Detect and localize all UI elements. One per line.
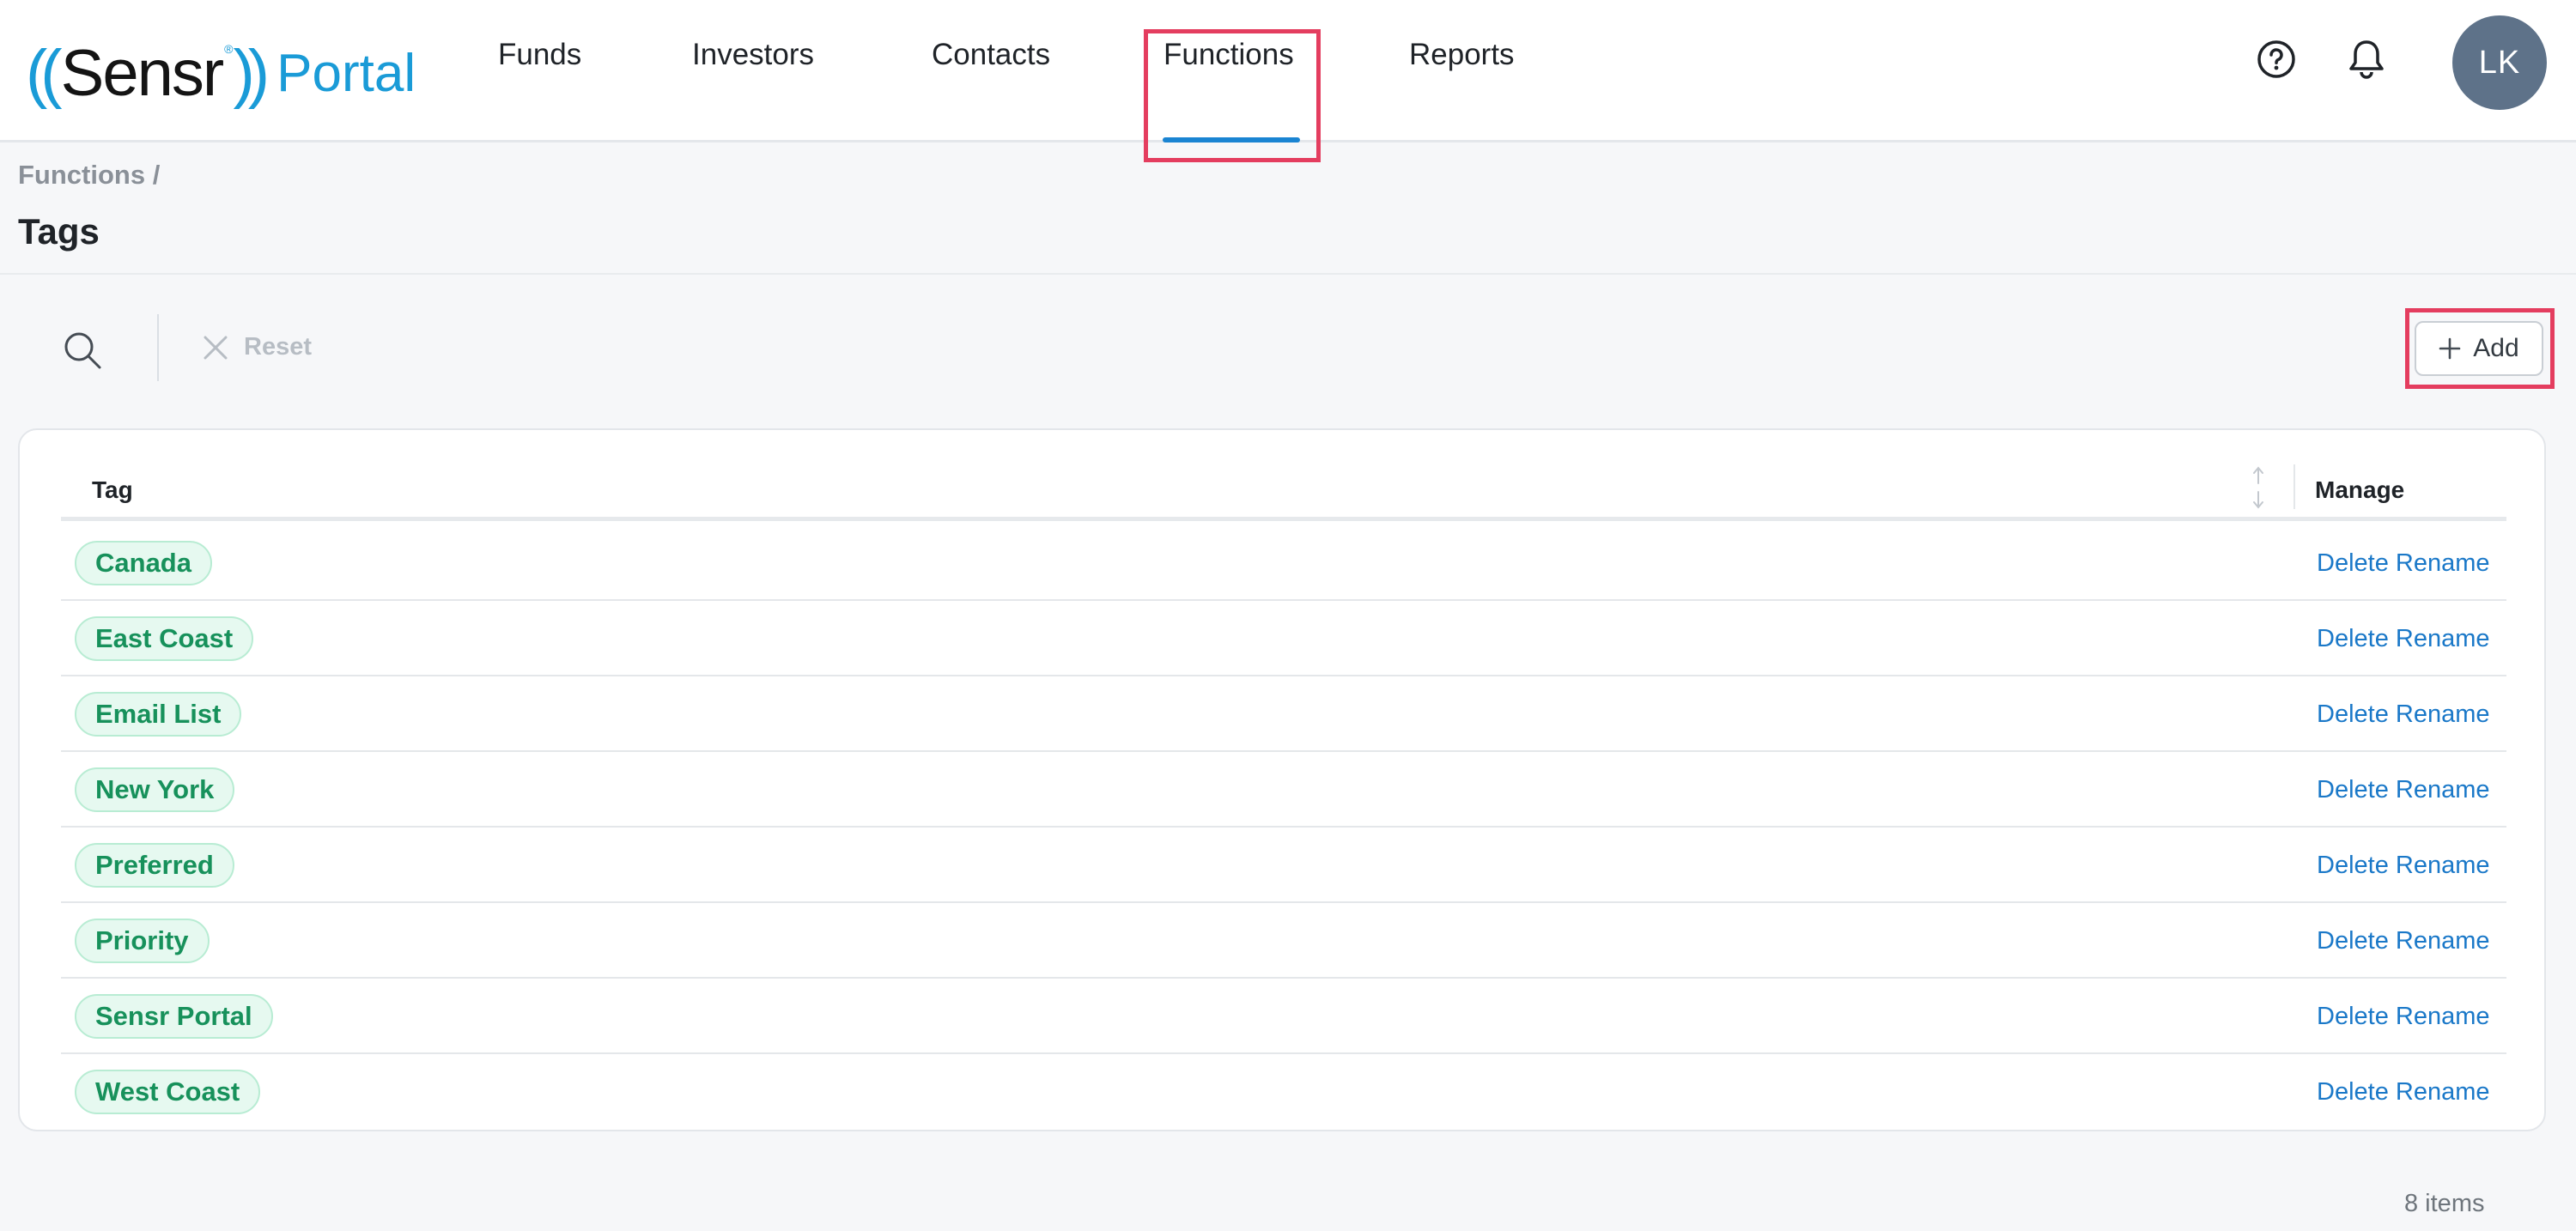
table-row: Canada Delete Rename bbox=[61, 525, 2506, 601]
page-title: Tags bbox=[18, 211, 100, 252]
sensr-portal-logo[interactable]: (( Sensr ® )) Portal bbox=[26, 26, 416, 120]
rename-link[interactable]: Rename bbox=[2396, 927, 2490, 955]
item-count: 8 items bbox=[2404, 1190, 2485, 1217]
manage-actions: Delete Rename bbox=[2317, 625, 2490, 653]
table-header: Tag Manage bbox=[61, 447, 2506, 521]
page-divider bbox=[0, 273, 2576, 275]
tag-pill: East Coast bbox=[75, 616, 254, 661]
rename-link[interactable]: Rename bbox=[2396, 1078, 2490, 1106]
delete-link[interactable]: Delete bbox=[2317, 1078, 2389, 1106]
search-icon[interactable] bbox=[62, 330, 103, 375]
table-row: East Coast Delete Rename bbox=[61, 601, 2506, 676]
tag-pill: Priority bbox=[75, 919, 210, 963]
functions-highlight-box bbox=[1144, 29, 1321, 162]
delete-link[interactable]: Delete bbox=[2317, 549, 2389, 577]
manage-actions: Delete Rename bbox=[2317, 852, 2490, 880]
table-row: New York Delete Rename bbox=[61, 752, 2506, 828]
user-avatar[interactable]: LK bbox=[2452, 15, 2547, 110]
delete-link[interactable]: Delete bbox=[2317, 625, 2389, 652]
help-circle-icon[interactable] bbox=[2257, 39, 2296, 83]
toolbar-divider bbox=[157, 314, 159, 381]
table-row: Sensr Portal Delete Rename bbox=[61, 979, 2506, 1054]
manage-actions: Delete Rename bbox=[2317, 776, 2490, 804]
logo-parens-left: (( bbox=[26, 36, 63, 110]
reset-button[interactable]: Reset bbox=[203, 333, 312, 361]
rename-link[interactable]: Rename bbox=[2396, 1003, 2490, 1030]
column-header-tag[interactable]: Tag bbox=[92, 476, 133, 504]
rename-link[interactable]: Rename bbox=[2396, 852, 2490, 879]
logo-brand: Sensr bbox=[60, 36, 225, 110]
close-icon bbox=[204, 336, 228, 359]
tags-table: Tag Manage Canada Delete Rename East Coa… bbox=[18, 428, 2546, 1131]
delete-link[interactable]: Delete bbox=[2317, 700, 2389, 728]
delete-link[interactable]: Delete bbox=[2317, 1003, 2389, 1030]
column-header-manage: Manage bbox=[2315, 476, 2405, 503]
tag-pill: Sensr Portal bbox=[75, 994, 273, 1039]
delete-link[interactable]: Delete bbox=[2317, 927, 2389, 955]
column-separator bbox=[2293, 464, 2295, 509]
bell-icon[interactable] bbox=[2348, 38, 2385, 85]
tag-pill: Preferred bbox=[75, 843, 234, 888]
manage-actions: Delete Rename bbox=[2317, 549, 2490, 578]
manage-actions: Delete Rename bbox=[2317, 1078, 2490, 1107]
sort-icon[interactable] bbox=[2251, 464, 2266, 515]
table-row: Preferred Delete Rename bbox=[61, 828, 2506, 903]
rename-link[interactable]: Rename bbox=[2396, 625, 2490, 652]
table-row: Email List Delete Rename bbox=[61, 676, 2506, 752]
tag-pill: New York bbox=[75, 767, 235, 812]
manage-actions: Delete Rename bbox=[2317, 700, 2490, 729]
table-row: West Coast Delete Rename bbox=[61, 1054, 2506, 1130]
logo-product: Portal bbox=[276, 43, 416, 103]
logo-registered-mark: ® bbox=[224, 42, 234, 56]
nav-contacts[interactable]: Contacts bbox=[932, 38, 1050, 72]
rename-link[interactable]: Rename bbox=[2396, 700, 2490, 728]
manage-actions: Delete Rename bbox=[2317, 927, 2490, 955]
tag-pill: West Coast bbox=[75, 1070, 261, 1114]
logo-parens-right: )) bbox=[233, 36, 270, 110]
delete-link[interactable]: Delete bbox=[2317, 852, 2389, 879]
nav-investors[interactable]: Investors bbox=[692, 38, 814, 72]
delete-link[interactable]: Delete bbox=[2317, 776, 2389, 803]
breadcrumb[interactable]: Functions / bbox=[18, 160, 160, 191]
nav-reports[interactable]: Reports bbox=[1409, 38, 1515, 72]
add-highlight-box bbox=[2405, 308, 2555, 389]
manage-actions: Delete Rename bbox=[2317, 1003, 2490, 1031]
nav-funds[interactable]: Funds bbox=[498, 38, 581, 72]
rename-link[interactable]: Rename bbox=[2396, 776, 2490, 803]
tag-pill: Canada bbox=[75, 541, 212, 585]
reset-label: Reset bbox=[244, 333, 312, 361]
tag-pill: Email List bbox=[75, 692, 242, 737]
table-row: Priority Delete Rename bbox=[61, 903, 2506, 979]
rename-link[interactable]: Rename bbox=[2396, 549, 2490, 577]
